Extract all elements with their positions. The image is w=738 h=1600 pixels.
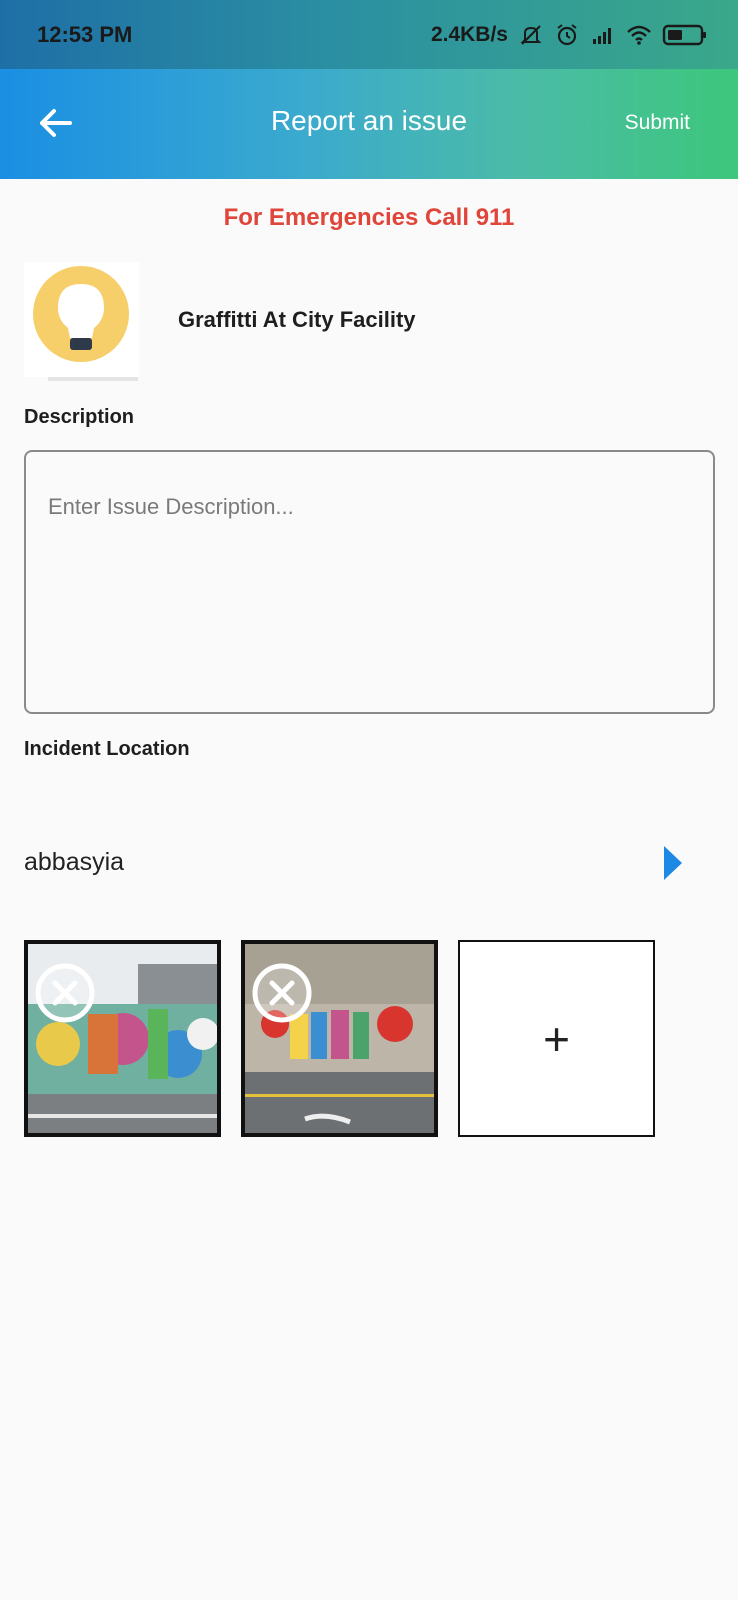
submit-button[interactable]: Submit (625, 111, 690, 135)
triangle-right-icon[interactable] (662, 844, 684, 882)
app-bar: Report an issue Submit (0, 69, 738, 179)
category-thumbnail (24, 262, 139, 381)
emergency-notice: For Emergencies Call 911 (223, 204, 515, 231)
lightbulb-icon (33, 266, 129, 362)
network-speed: 2.4KB/s (430, 23, 508, 46)
status-icons: 2.4KB/s (431, 20, 708, 50)
location-selector[interactable]: abbasyia (24, 840, 684, 890)
signal-icon (593, 28, 611, 44)
wifi-icon (627, 25, 651, 45)
close-circle-icon[interactable] (34, 962, 96, 1024)
description-input[interactable] (24, 450, 715, 714)
photo-thumbnail[interactable] (241, 940, 438, 1137)
add-photo-button[interactable]: + (458, 940, 655, 1137)
status-bar: 12:53 PM 2.4KB/s (0, 0, 738, 69)
alarm-icon (557, 24, 577, 46)
battery-icon (662, 24, 706, 46)
location-value: abbasyia (24, 848, 125, 876)
photo-thumbnail[interactable] (24, 940, 221, 1137)
bell-muted-icon (520, 25, 542, 45)
close-circle-icon[interactable] (251, 962, 313, 1024)
incident-location-label: Incident Location (24, 738, 190, 760)
status-time: 12:53 PM (37, 22, 133, 47)
description-label: Description (24, 406, 135, 428)
thumbnail-underline (48, 377, 138, 381)
category-name: Graffitti At City Facility (178, 307, 416, 332)
